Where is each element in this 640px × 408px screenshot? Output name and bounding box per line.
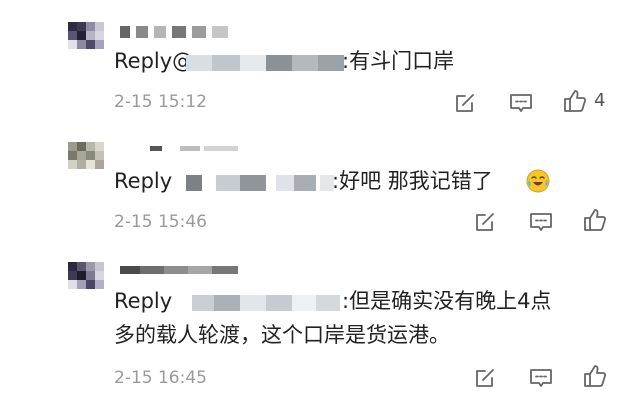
reply-content: :有斗门口岸 — [342, 49, 455, 73]
edit-icon[interactable] — [452, 90, 478, 116]
reply-content: :好吧 那我记错了 — [332, 169, 493, 193]
reply-prefix: Reply@ — [114, 49, 194, 73]
reply-text: Reply@ :有斗门口岸 — [114, 44, 614, 78]
comment-icon[interactable] — [528, 209, 554, 235]
mention-masked[interactable] — [186, 295, 342, 311]
comment-item: Reply :但是确实没有晚上4点 多的载人轮渡，这个口岸是货运港。 2-15 … — [0, 250, 640, 408]
like-count: 4 — [594, 90, 606, 111]
reply-content-line2: 多的载人轮渡，这个口岸是货运港。 — [114, 323, 450, 347]
edit-icon[interactable] — [472, 209, 498, 235]
comment-item: Reply@ :有斗门口岸 2-15 15:12 4 — [0, 0, 640, 130]
comment-icon[interactable] — [508, 90, 534, 116]
mention-masked[interactable] — [186, 55, 344, 71]
reply-prefix: Reply — [114, 169, 173, 193]
username-masked[interactable] — [120, 26, 230, 38]
like-icon[interactable] — [582, 207, 608, 233]
avatar[interactable] — [68, 22, 108, 58]
username-masked[interactable] — [120, 266, 248, 274]
reply-content-line1: :但是确实没有晚上4点 — [342, 289, 552, 313]
edit-icon[interactable] — [472, 365, 498, 391]
reply-text: Reply :好吧 那我记错了 — [114, 164, 614, 198]
timestamp: 2-15 15:46 — [114, 212, 207, 232]
avatar[interactable] — [68, 142, 108, 178]
avatar[interactable] — [68, 262, 108, 298]
like-icon[interactable] — [582, 363, 608, 389]
comment-icon[interactable] — [528, 365, 554, 391]
username-masked[interactable] — [120, 146, 240, 152]
like-icon[interactable] — [562, 88, 588, 114]
timestamp: 2-15 15:12 — [114, 92, 207, 112]
comment-item: Reply :好吧 那我记错了 2-15 15:46 — [0, 130, 640, 250]
timestamp: 2-15 16:45 — [114, 368, 207, 388]
reply-text: Reply :但是确实没有晚上4点 多的载人轮渡，这个口岸是货运港。 — [114, 284, 614, 354]
reply-prefix: Reply — [114, 289, 173, 313]
mention-masked[interactable] — [186, 175, 334, 191]
crying-laughing-emoji — [526, 169, 550, 193]
